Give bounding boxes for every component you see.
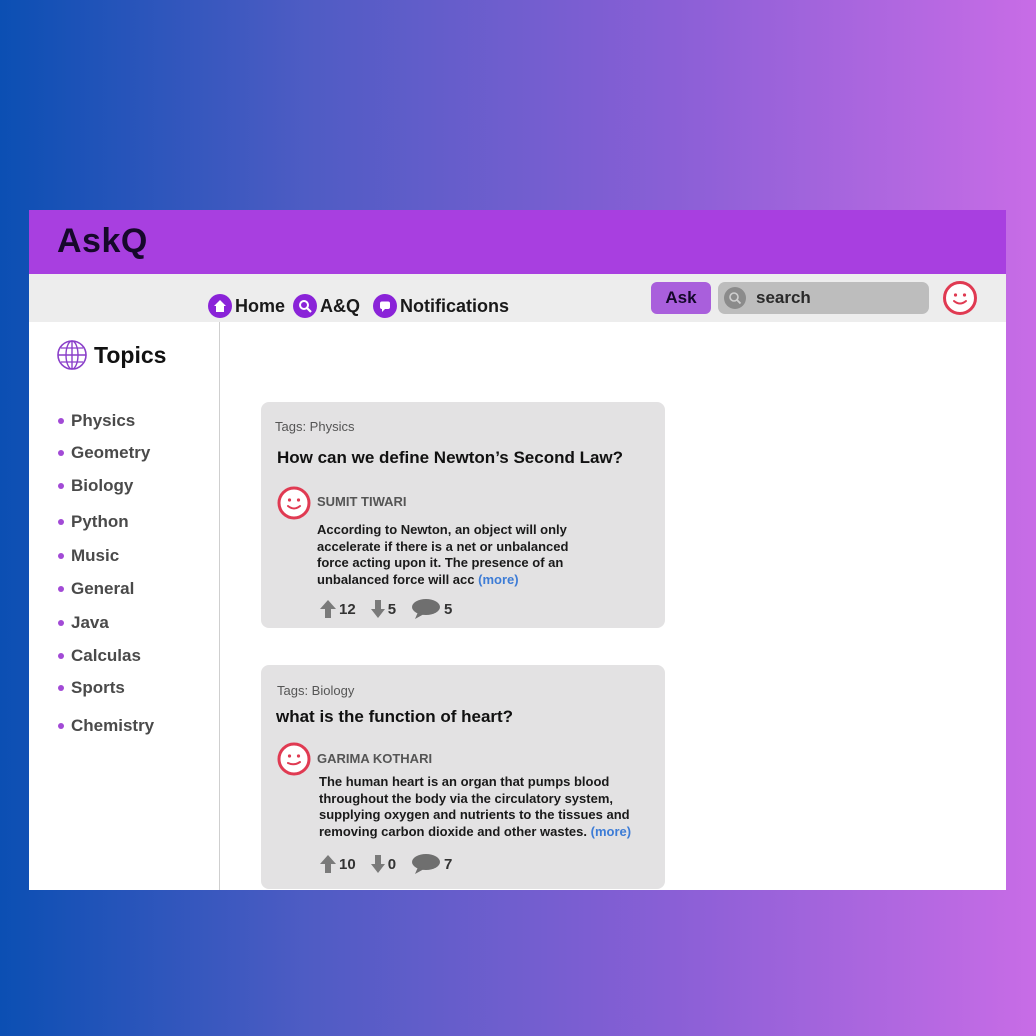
nav-home-label: Home <box>235 295 286 316</box>
bullet-icon <box>58 418 64 424</box>
author-name[interactable]: SUMIT TIWARI <box>317 494 407 509</box>
question-title[interactable]: How can we define Newton’s Second Law? <box>277 448 623 468</box>
question-tags: Tags: Physics <box>275 419 355 434</box>
bullet-icon <box>58 620 64 626</box>
question-card[interactable]: Tags: Biology what is the function of he… <box>261 665 665 889</box>
answer-preview: The human heart is an organ that pumps b… <box>319 774 631 840</box>
search-icon <box>293 294 317 318</box>
author-avatar-icon[interactable] <box>277 486 311 520</box>
user-avatar-icon[interactable] <box>942 280 978 316</box>
nav-home[interactable]: Home <box>208 294 285 318</box>
home-icon <box>208 294 232 318</box>
comments-button[interactable]: 7 <box>410 853 452 875</box>
downvote-button[interactable]: 0 <box>370 854 396 874</box>
topic-label: Geometry <box>71 443 151 462</box>
app-window: AskQ Home A&Q Notifications Ask search T… <box>29 210 1006 890</box>
answer-line: accelerate if there is a net or unbalanc… <box>317 538 569 554</box>
question-stats: 12 5 5 <box>319 598 466 620</box>
topic-label: Calculas <box>71 646 141 665</box>
bullet-icon <box>58 653 64 659</box>
search-icon <box>724 287 746 309</box>
answer-line: removing carbon dioxide and other wastes… <box>319 823 588 839</box>
arrow-down-icon <box>370 600 385 618</box>
app-logo[interactable]: AskQ <box>57 222 148 261</box>
topic-physics[interactable]: Physics <box>58 411 135 431</box>
search-input[interactable]: search <box>718 282 929 314</box>
topic-python[interactable]: Python <box>58 512 129 532</box>
upvote-count: 10 <box>339 855 356 873</box>
comments-button[interactable]: 5 <box>410 598 452 620</box>
bullet-icon <box>58 586 64 592</box>
topic-label: Sports <box>71 678 125 697</box>
topic-label: Physics <box>71 411 136 430</box>
answer-line: According to Newton, an object will only <box>317 522 567 537</box>
topic-music[interactable]: Music <box>58 546 119 566</box>
comment-count: 5 <box>444 600 453 618</box>
nav-aq[interactable]: A&Q <box>293 294 360 318</box>
upvote-count: 12 <box>339 600 356 618</box>
arrow-up-icon <box>320 855 336 873</box>
answer-line: unbalanced force will acc <box>317 571 475 587</box>
question-stats: 10 0 7 <box>319 853 466 875</box>
answer-line: The human heart is an organ that pumps b… <box>319 774 610 789</box>
more-link[interactable]: (more) <box>478 572 518 587</box>
bullet-icon <box>58 723 64 729</box>
nav-notifications[interactable]: Notifications <box>373 294 509 318</box>
ask-button[interactable]: Ask <box>651 282 711 314</box>
topic-general[interactable]: General <box>58 579 134 599</box>
answer-line: force acting upon it. The presence of an <box>317 555 564 570</box>
topic-label: Java <box>71 613 109 632</box>
arrow-up-icon <box>320 600 336 618</box>
topic-label: Biology <box>71 476 134 495</box>
nav-bar: Home A&Q Notifications Ask search <box>29 274 1006 322</box>
bullet-icon <box>58 553 64 559</box>
topic-chemistry[interactable]: Chemistry <box>58 716 154 736</box>
topic-calculas[interactable]: Calculas <box>58 646 141 666</box>
bullet-icon <box>58 519 64 525</box>
topics-title: Topics <box>94 341 167 368</box>
topics-sidebar: Topics Physics Geometry Biology Python M… <box>29 322 220 890</box>
upvote-button[interactable]: 10 <box>319 854 356 874</box>
answer-preview: According to Newton, an object will only… <box>317 522 568 588</box>
topic-geometry[interactable]: Geometry <box>58 443 150 463</box>
topic-sports[interactable]: Sports <box>58 678 125 698</box>
topic-biology[interactable]: Biology <box>58 476 133 496</box>
downvote-count: 0 <box>387 855 397 873</box>
nav-notifications-label: Notifications <box>400 295 510 316</box>
topic-label: Python <box>71 512 129 531</box>
search-placeholder: search <box>756 288 811 307</box>
globe-icon <box>57 340 87 370</box>
more-link[interactable]: (more) <box>591 824 631 839</box>
question-tags: Tags: Biology <box>277 683 355 698</box>
topic-label: Chemistry <box>71 716 155 735</box>
downvote-button[interactable]: 5 <box>370 599 396 619</box>
topics-header: Topics <box>56 339 166 371</box>
upvote-button[interactable]: 12 <box>319 599 356 619</box>
app-header: AskQ <box>29 210 1006 274</box>
comment-icon <box>412 854 441 874</box>
question-title[interactable]: what is the function of heart? <box>276 707 513 727</box>
author-avatar-icon[interactable] <box>277 742 311 776</box>
comment-count: 7 <box>444 855 453 873</box>
downvote-count: 5 <box>387 600 397 618</box>
arrow-down-icon <box>370 855 385 873</box>
comment-icon <box>412 599 441 619</box>
author-name[interactable]: GARIMA KOTHARI <box>317 751 432 766</box>
nav-aq-label: A&Q <box>320 295 360 316</box>
answer-line: throughout the body via the circulatory … <box>319 790 613 806</box>
answer-line: supplying oxygen and nutrients to the ti… <box>319 807 630 822</box>
chat-bubble-icon <box>373 294 397 318</box>
bullet-icon <box>58 483 64 489</box>
bullet-icon <box>58 685 64 691</box>
topic-label: Music <box>71 546 120 565</box>
bullet-icon <box>58 450 64 456</box>
topic-label: General <box>71 579 135 598</box>
topic-java[interactable]: Java <box>58 613 109 633</box>
question-card[interactable]: Tags: Physics How can we define Newton’s… <box>261 402 665 628</box>
